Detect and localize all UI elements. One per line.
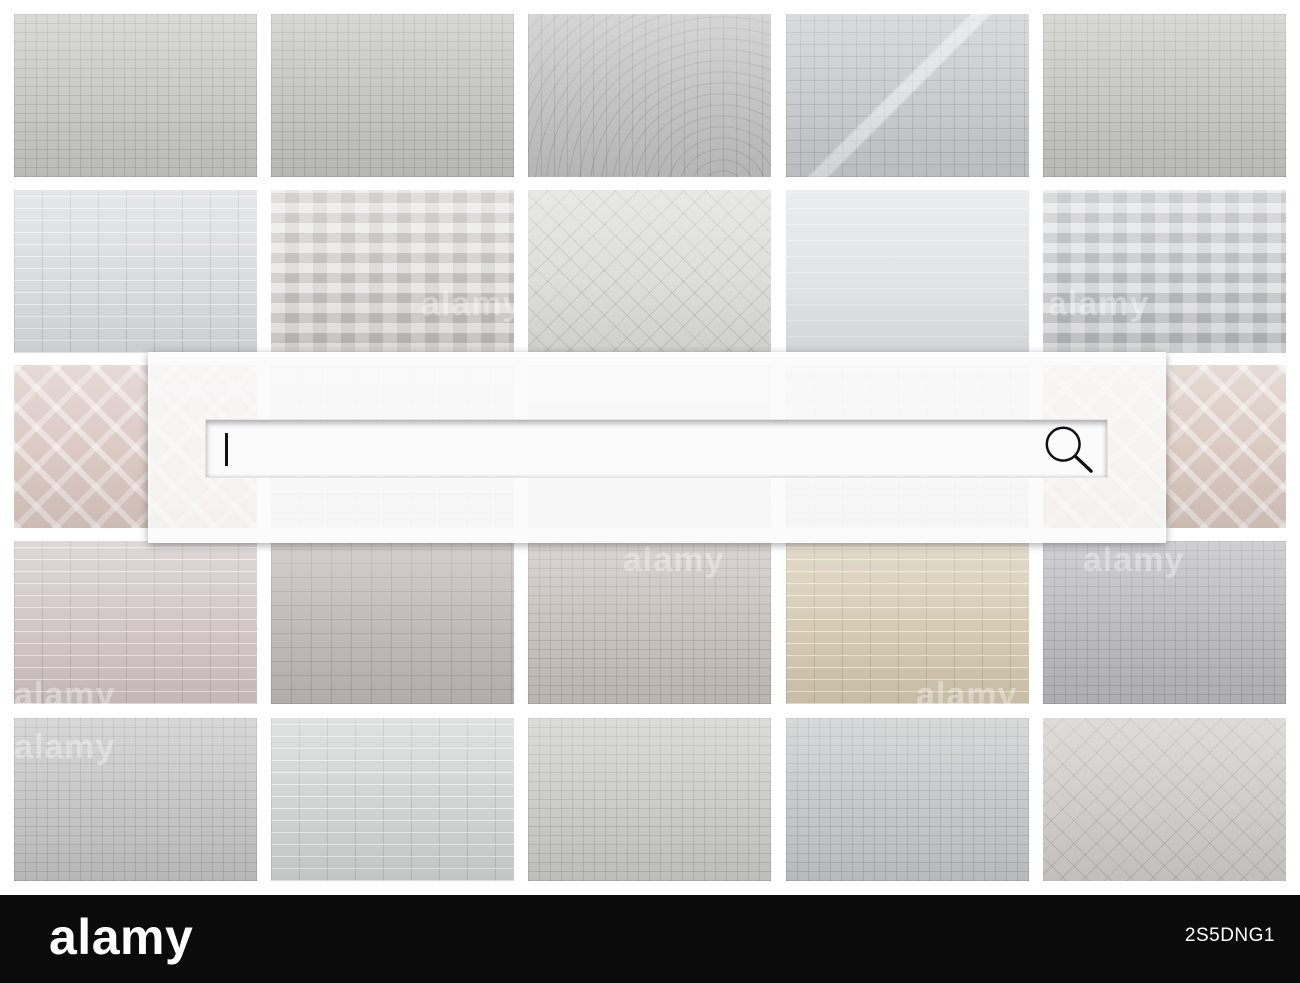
watermark-logo: alamy [916,676,1018,704]
paving-photo-tile: alamy [14,718,257,881]
paving-photo-tile [528,14,771,177]
tile-shading [786,541,1029,704]
search-box[interactable] [205,419,1108,478]
tile-shading [1043,718,1286,881]
tile-shading [1043,190,1286,353]
stock-image-canvas: alamy alamy alamy alamy alamy alamy alamy alam… [0,0,1300,983]
watermark-logo: alamy [623,541,725,579]
paving-photo-tile [528,190,771,353]
tile-shading [786,14,1029,177]
paving-photo-tile [271,541,514,704]
paving-photo-tile [786,14,1029,177]
watermark-logo: alamy [1048,285,1150,323]
paving-photo-tile [1043,14,1286,177]
image-id: 2S5DNG1 [1184,925,1275,946]
tile-shading [528,190,771,353]
paving-photo-tile [528,718,771,881]
tile-shading [786,190,1029,353]
watermark-logo: alamy [14,676,116,704]
paving-photo-tile [786,718,1029,881]
watermark-logo: alamy [421,285,514,323]
tile-shading [271,541,514,704]
tile-shading [1043,541,1286,704]
tile-shading [271,190,514,353]
text-caret [225,433,228,466]
tile-shading [1043,14,1286,177]
tile-shading [14,14,257,177]
tile-shading [786,718,1029,881]
magnifier-icon [1045,426,1093,473]
tile-shading [271,14,514,177]
tile-shading [528,541,771,704]
paving-photo-tile [271,718,514,881]
paving-photo-tile [14,14,257,177]
tile-shading [14,190,257,353]
paving-photo-tile: alamy [14,541,257,704]
paving-photo-tile [14,190,257,353]
paving-photo-tile [786,190,1029,353]
search-panel [148,352,1166,543]
brand-logo: alamy [49,909,194,965]
tile-shading [14,718,257,881]
tile-shading [528,14,771,177]
paving-photo-tile [271,14,514,177]
watermark-logo: alamy [14,728,116,766]
search-input[interactable] [206,420,1107,477]
paving-photo-tile: alamy [528,541,771,704]
tile-shading [528,718,771,881]
paving-photo-tile: alamy [786,541,1029,704]
paving-photo-tile: alamy [271,190,514,353]
paving-photo-tile: alamy [1043,190,1286,353]
tile-shading [271,718,514,881]
tile-shading [14,541,257,704]
bottom-banner: alamy 2S5DNG1 [0,895,1300,983]
watermark-logo: alamy [1083,541,1185,579]
paving-photo-tile [1043,718,1286,881]
paving-photo-tile: alamy [1043,541,1286,704]
search-button[interactable] [1041,424,1095,474]
